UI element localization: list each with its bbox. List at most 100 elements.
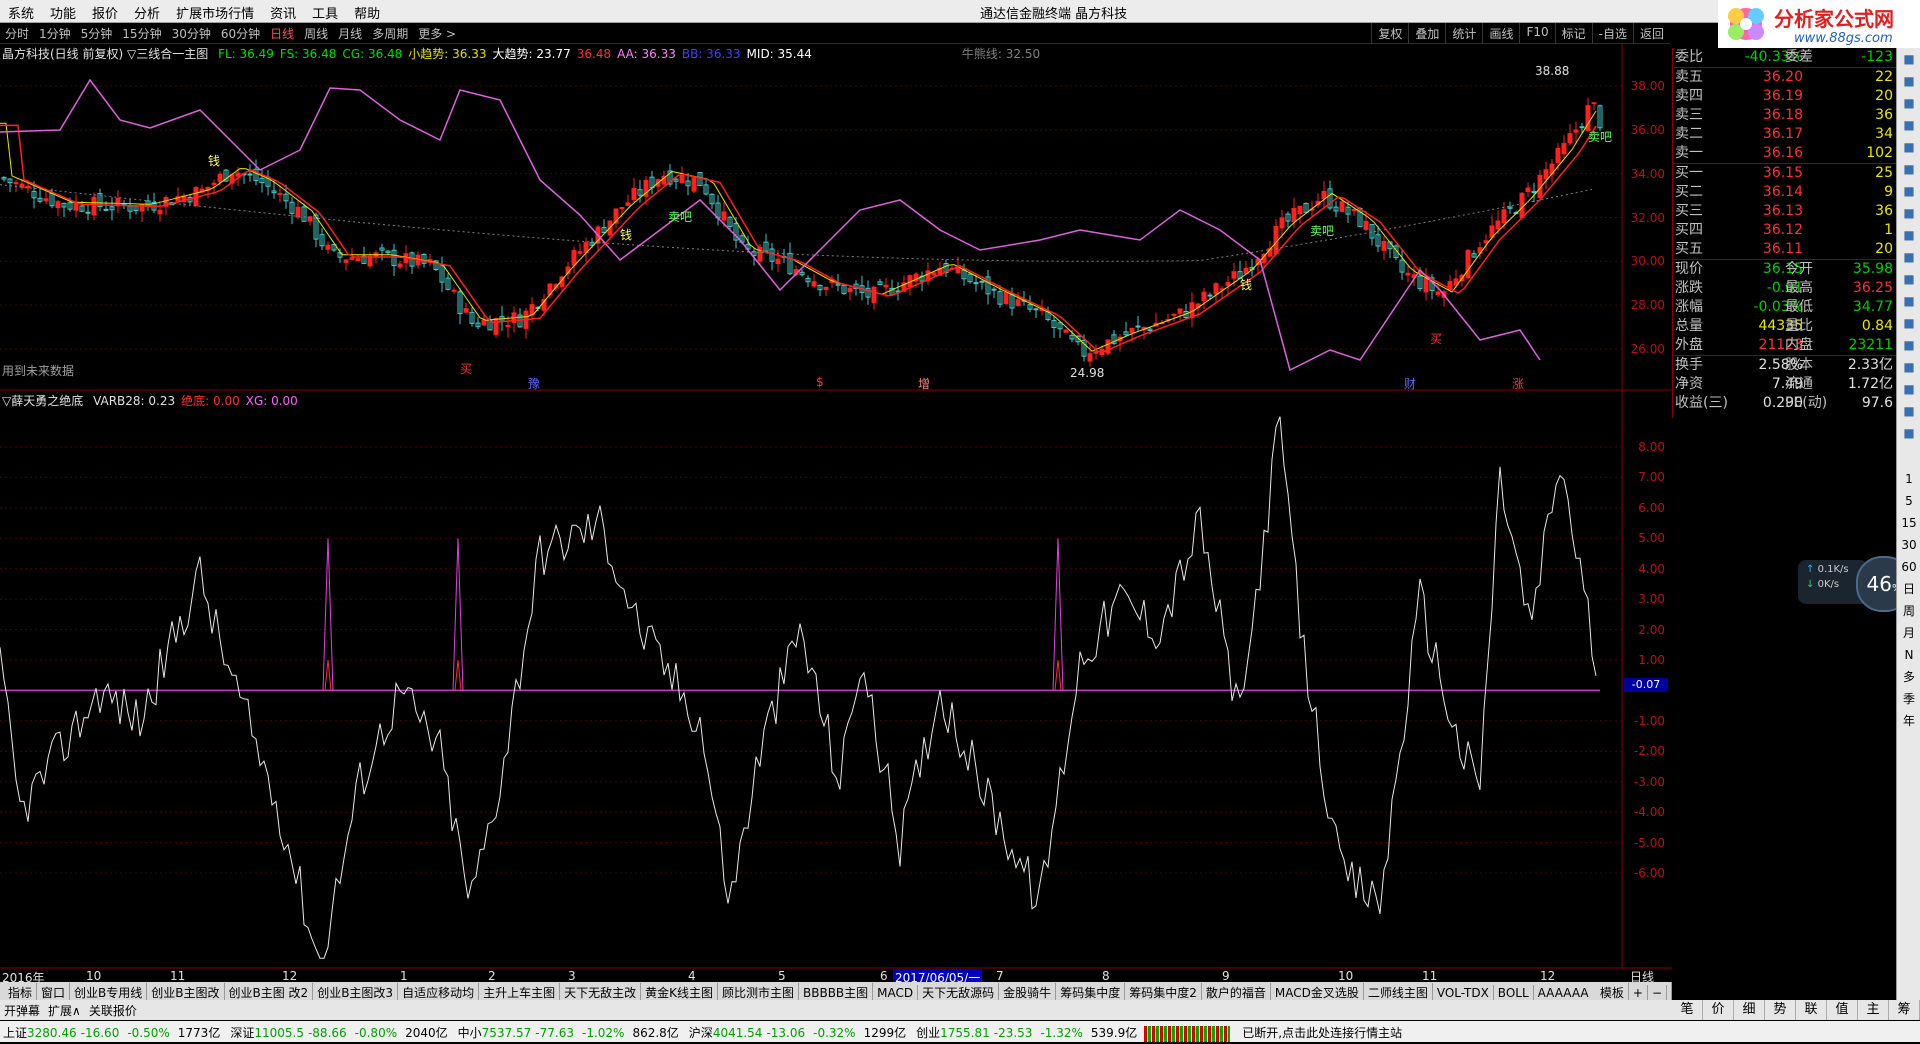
sidebar-period-2[interactable]: 15: [1897, 512, 1920, 534]
event-marker-1[interactable]: $: [816, 375, 824, 389]
chart-tool-button-1[interactable]: 叠加: [1408, 23, 1445, 44]
chart-tool-button-0[interactable]: 复权: [1371, 23, 1408, 44]
indicator-tab-6[interactable]: 自适应移动均: [398, 983, 480, 1000]
sidebar-period-1[interactable]: 5: [1897, 490, 1920, 512]
indicator-tab-9[interactable]: 黄金K线主图: [641, 983, 718, 1000]
chart-tool-button-7[interactable]: 返回: [1632, 23, 1670, 44]
sidebar-period-7[interactable]: 月: [1897, 622, 1920, 644]
quote-tab-3[interactable]: 势: [1765, 1000, 1796, 1020]
quote-tab-5[interactable]: 值: [1827, 1000, 1858, 1020]
indicator-tab-5[interactable]: 创业B主图改3: [313, 983, 399, 1000]
extension-button-2[interactable]: 关联报价: [85, 1000, 141, 1021]
period-tab-3[interactable]: 15分钟: [117, 23, 166, 44]
indicator-tab-20[interactable]: VOL-TDX: [1433, 985, 1494, 1000]
period-tab-6[interactable]: 日线: [265, 23, 299, 44]
quote-tab-7[interactable]: 筹: [1889, 1000, 1920, 1020]
tool-icon[interactable]: ■: [1897, 158, 1920, 180]
indicator-tab-12[interactable]: MACD: [873, 985, 919, 1000]
indicator-tab-10[interactable]: 顾比测市主图: [718, 983, 799, 1000]
period-tab-5[interactable]: 60分钟: [216, 23, 265, 44]
tool-icon[interactable]: ■: [1897, 400, 1920, 422]
sidebar-period-9[interactable]: 多: [1897, 666, 1920, 688]
chart-tool-button-4[interactable]: F10: [1519, 23, 1554, 44]
event-marker-2[interactable]: 增: [918, 375, 930, 392]
extension-button-1[interactable]: 扩展∧: [44, 1000, 85, 1021]
indicator-tab-11[interactable]: BBBBB主图: [799, 983, 874, 1000]
period-tab-4[interactable]: 30分钟: [167, 23, 216, 44]
indicator-tab-0[interactable]: 指标: [4, 983, 38, 1000]
tool-icon[interactable]: ■: [1897, 224, 1920, 246]
menu-item-5[interactable]: 资讯: [262, 0, 304, 22]
indicator-tab-22[interactable]: AAAAAA: [1534, 985, 1594, 1000]
sidebar-period-11[interactable]: 年: [1897, 710, 1920, 732]
chart-tool-button-2[interactable]: 统计: [1445, 23, 1482, 44]
tab-right-button-2[interactable]: −: [1648, 985, 1667, 1000]
indicator-tab-4[interactable]: 创业B主图 改2: [225, 983, 314, 1000]
tool-icon[interactable]: ■: [1897, 48, 1920, 70]
chart-tool-button-3[interactable]: 画线: [1482, 23, 1519, 44]
quote-tab-0[interactable]: 笔: [1672, 1000, 1703, 1020]
indicator-tab-16[interactable]: 筹码集中度2: [1125, 983, 1202, 1000]
connection-status[interactable]: 已断开,点击此处连接行情主站: [1230, 1021, 1405, 1044]
tool-icon[interactable]: ■: [1897, 180, 1920, 202]
indicator-tab-15[interactable]: 筹码集中度: [1056, 983, 1126, 1000]
menu-item-2[interactable]: 报价: [84, 0, 126, 22]
period-tab-0[interactable]: 分时: [0, 23, 34, 44]
quote-tab-6[interactable]: 主: [1858, 1000, 1889, 1020]
index-1[interactable]: 深证11005.5 -88.66 -0.80% 2040亿: [227, 1021, 454, 1044]
sidebar-period-10[interactable]: 季: [1897, 688, 1920, 710]
tool-icon[interactable]: ■: [1897, 290, 1920, 312]
tool-icon[interactable]: ■: [1897, 422, 1920, 444]
period-tab-2[interactable]: 5分钟: [76, 23, 118, 44]
tab-right-button-0[interactable]: 模板: [1596, 983, 1629, 1000]
indicator-tab-1[interactable]: 窗口: [37, 983, 71, 1000]
period-tab-10[interactable]: 更多 >: [413, 23, 461, 44]
indicator-tab-14[interactable]: 金股骑牛: [999, 983, 1057, 1000]
quote-tab-4[interactable]: 联: [1796, 1000, 1827, 1020]
sidebar-period-6[interactable]: 周: [1897, 600, 1920, 622]
tool-icon[interactable]: ■: [1897, 334, 1920, 356]
tool-icon[interactable]: ■: [1897, 114, 1920, 136]
sidebar-period-5[interactable]: 日: [1897, 578, 1920, 600]
tool-icon[interactable]: ■: [1897, 378, 1920, 400]
menu-item-4[interactable]: 扩展市场行情: [168, 0, 262, 22]
tool-icon[interactable]: ■: [1897, 246, 1920, 268]
indicator-tab-13[interactable]: 天下无敌源码: [918, 983, 1000, 1000]
quote-tab-2[interactable]: 细: [1734, 1000, 1765, 1020]
index-0[interactable]: 上证3280.46 -16.60 -0.50% 1773亿: [0, 1021, 227, 1044]
menu-item-3[interactable]: 分析: [126, 0, 168, 22]
indicator-tab-19[interactable]: 二师线主图: [1364, 983, 1433, 1000]
quote-tab-1[interactable]: 价: [1703, 1000, 1734, 1020]
menu-item-0[interactable]: 系统: [0, 0, 42, 22]
indicator-tab-17[interactable]: 散户的福音: [1202, 983, 1271, 1000]
extension-button-0[interactable]: 开弹幕: [0, 1000, 44, 1021]
event-marker-3[interactable]: 财: [1404, 375, 1416, 392]
index-3[interactable]: 沪深4041.54 -13.06 -0.32% 1299亿: [686, 1021, 913, 1044]
period-tab-8[interactable]: 月线: [333, 23, 367, 44]
tool-icon[interactable]: ■: [1897, 92, 1920, 114]
period-tab-1[interactable]: 1分钟: [34, 23, 76, 44]
sidebar-period-0[interactable]: 1: [1897, 468, 1920, 490]
chart-canvas[interactable]: [0, 44, 1672, 982]
event-marker-4[interactable]: 涨: [1512, 375, 1524, 392]
tool-icon[interactable]: ■: [1897, 70, 1920, 92]
menu-item-7[interactable]: 帮助: [346, 0, 388, 22]
indicator-tab-21[interactable]: BOLL: [1494, 985, 1534, 1000]
tool-icon[interactable]: ■: [1897, 202, 1920, 224]
period-tab-9[interactable]: 多周期: [367, 23, 413, 44]
indicator-tab-3[interactable]: 创业B主图改: [147, 983, 225, 1000]
sidebar-period-3[interactable]: 30: [1897, 534, 1920, 556]
indicator-tab-7[interactable]: 主升上车主图: [479, 983, 561, 1000]
indicator-tab-8[interactable]: 天下无敌主改: [560, 983, 642, 1000]
tool-icon[interactable]: ■: [1897, 136, 1920, 158]
event-marker-0[interactable]: 豫: [528, 375, 540, 392]
tool-icon[interactable]: ■: [1897, 356, 1920, 378]
chart-tool-button-6[interactable]: -自选: [1591, 23, 1633, 44]
sidebar-period-8[interactable]: N: [1897, 644, 1920, 666]
chart-tool-button-5[interactable]: 标记: [1554, 23, 1592, 44]
period-tab-7[interactable]: 周线: [299, 23, 333, 44]
tool-icon[interactable]: ■: [1897, 268, 1920, 290]
sidebar-period-4[interactable]: 60: [1897, 556, 1920, 578]
tab-right-button-1[interactable]: +: [1629, 985, 1648, 1000]
menu-item-1[interactable]: 功能: [42, 0, 84, 22]
